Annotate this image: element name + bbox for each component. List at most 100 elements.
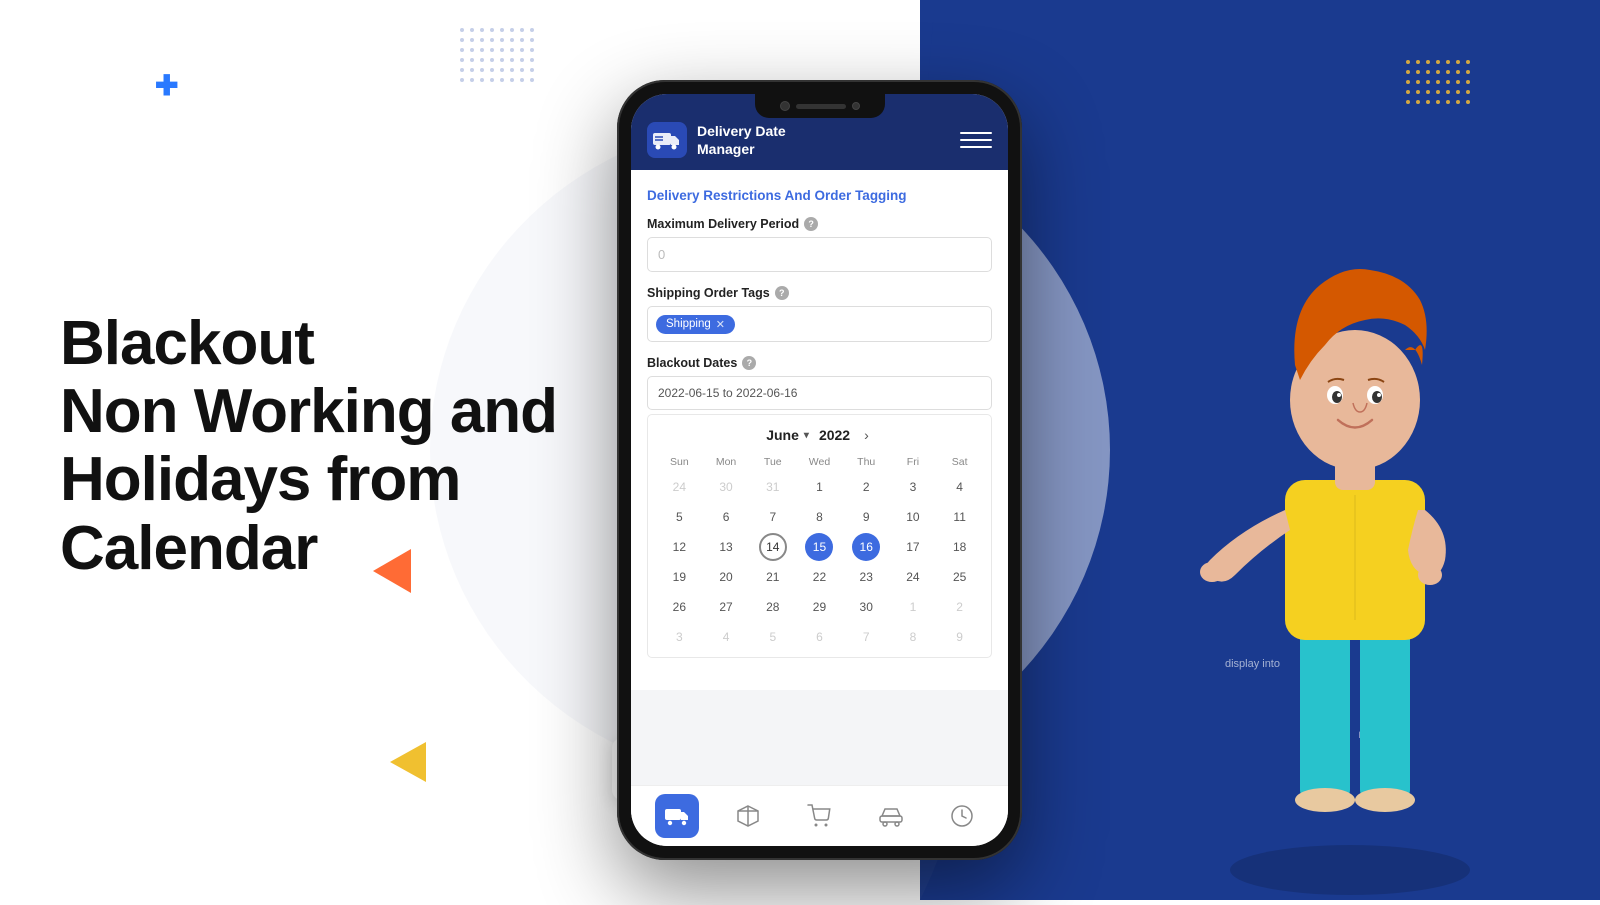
cal-cell[interactable]: 13 — [712, 533, 740, 561]
blackout-dates-label: Blackout Dates ? — [647, 356, 992, 370]
calendar-grid: 24 30 31 1 2 3 4 5 6 7 8 9 — [648, 473, 991, 651]
notch-camera-left — [780, 101, 790, 111]
cal-cell[interactable]: 5 — [665, 503, 693, 531]
day-mon: Mon — [703, 453, 750, 473]
day-tue: Tue — [749, 453, 796, 473]
phone-device: Delivery Date Manager Delivery Restricti… — [617, 80, 1022, 860]
nav-cart-icon[interactable] — [797, 794, 841, 838]
app-logo-area: Delivery Date Manager — [647, 122, 786, 158]
app-content: Delivery Restrictions And Order Tagging … — [631, 170, 1008, 690]
calendar-month-label: June — [766, 427, 799, 443]
hamburger-line-2 — [960, 139, 992, 141]
shipping-tags-label: Shipping Order Tags ? — [647, 286, 992, 300]
calendar-next-btn[interactable]: › — [860, 425, 873, 445]
max-delivery-period-group: Maximum Delivery Period ? 0 — [647, 217, 992, 272]
cal-cell[interactable]: 8 — [805, 503, 833, 531]
shipping-tags-group: Shipping Order Tags ? Shipping ✕ — [647, 286, 992, 342]
day-thu: Thu — [843, 453, 890, 473]
cal-cell[interactable]: 30 — [712, 473, 740, 501]
cal-cell[interactable]: 5 — [759, 623, 787, 651]
cal-cell[interactable]: 4 — [712, 623, 740, 651]
cal-cell[interactable]: 1 — [899, 593, 927, 621]
tag-shipping: Shipping ✕ — [656, 315, 735, 334]
headline-text: Blackout Non Working and Holidays from C… — [60, 310, 557, 583]
calendar-day-names: Sun Mon Tue Wed Thu Fri Sat — [648, 453, 991, 473]
calendar: June ▾ 2022 › Sun Mon Tue Wed T — [647, 414, 992, 658]
notch-speaker — [796, 104, 846, 109]
cal-cell[interactable]: 2 — [946, 593, 974, 621]
cal-cell[interactable]: 25 — [946, 563, 974, 591]
cal-cell-15-selected[interactable]: 15 — [805, 533, 833, 561]
cal-cell[interactable]: 24 — [899, 563, 927, 591]
phone-screen: Delivery Date Manager Delivery Restricti… — [631, 94, 1008, 846]
cal-cell[interactable]: 9 — [852, 503, 880, 531]
notch-camera-right — [852, 102, 860, 110]
cal-cell[interactable]: 30 — [852, 593, 880, 621]
cal-cell[interactable]: 18 — [946, 533, 974, 561]
cal-cell[interactable]: 6 — [805, 623, 833, 651]
cal-cell[interactable]: 31 — [759, 473, 787, 501]
max-delivery-help-icon[interactable]: ? — [804, 217, 818, 231]
tag-label: Shipping — [666, 318, 711, 330]
shipping-tags-help-icon[interactable]: ? — [775, 286, 789, 300]
cal-cell[interactable]: 23 — [852, 563, 880, 591]
phone-notch — [755, 94, 885, 118]
section-title: Delivery Restrictions And Order Tagging — [647, 188, 992, 203]
calendar-month-chevron: ▾ — [804, 430, 809, 441]
cal-cell[interactable]: 2 — [852, 473, 880, 501]
cal-cell[interactable]: 20 — [712, 563, 740, 591]
cal-cell[interactable]: 29 — [805, 593, 833, 621]
triangle-yellow-icon — [390, 742, 426, 782]
cal-cell[interactable]: 7 — [759, 503, 787, 531]
day-sun: Sun — [656, 453, 703, 473]
cal-cell[interactable]: 21 — [759, 563, 787, 591]
bottom-nav — [631, 785, 1008, 846]
hamburger-menu[interactable] — [960, 124, 992, 156]
cal-cell[interactable]: 17 — [899, 533, 927, 561]
tags-input-area[interactable]: Shipping ✕ — [647, 306, 992, 342]
max-delivery-label: Maximum Delivery Period ? — [647, 217, 992, 231]
cal-cell[interactable]: 27 — [712, 593, 740, 621]
cal-cell-14[interactable]: 14 — [759, 533, 787, 561]
person-illustration — [1170, 220, 1550, 900]
cal-cell[interactable]: 3 — [665, 623, 693, 651]
calendar-month-select[interactable]: June ▾ — [766, 427, 809, 443]
cal-cell[interactable]: 8 — [899, 623, 927, 651]
day-sat: Sat — [936, 453, 983, 473]
cal-cell[interactable]: 28 — [759, 593, 787, 621]
cal-cell[interactable]: 26 — [665, 593, 693, 621]
cal-cell[interactable]: 7 — [852, 623, 880, 651]
dots-decoration-top-center — [460, 28, 534, 82]
calendar-year-label: 2022 — [819, 427, 850, 443]
app-logo-icon — [647, 122, 687, 158]
nav-delivery-icon[interactable] — [655, 794, 699, 838]
cal-cell[interactable]: 24 — [665, 473, 693, 501]
cal-cell[interactable]: 12 — [665, 533, 693, 561]
cal-cell[interactable]: 9 — [946, 623, 974, 651]
nav-package-icon[interactable] — [726, 794, 770, 838]
hamburger-line-1 — [960, 132, 992, 134]
nav-car-icon[interactable] — [869, 794, 913, 838]
blackout-date-input[interactable]: 2022-06-15 to 2022-06-16 — [647, 376, 992, 410]
cal-cell-16-selected[interactable]: 16 — [852, 533, 880, 561]
headline-block: Blackout Non Working and Holidays from C… — [60, 310, 557, 583]
cal-cell[interactable]: 19 — [665, 563, 693, 591]
cal-cell[interactable]: 11 — [946, 503, 974, 531]
max-delivery-input[interactable]: 0 — [647, 237, 992, 272]
phone-shell: Delivery Date Manager Delivery Restricti… — [617, 80, 1022, 860]
hamburger-line-3 — [960, 146, 992, 148]
cal-cell[interactable]: 10 — [899, 503, 927, 531]
cal-cell[interactable]: 22 — [805, 563, 833, 591]
blackout-dates-help-icon[interactable]: ? — [742, 356, 756, 370]
nav-clock-icon[interactable] — [940, 794, 984, 838]
overlay-text-right: display into — [1225, 658, 1280, 670]
cal-cell[interactable]: 4 — [946, 473, 974, 501]
cal-cell[interactable]: 3 — [899, 473, 927, 501]
day-fri: Fri — [890, 453, 937, 473]
cal-cell[interactable]: 1 — [805, 473, 833, 501]
plus-icon-left: ✚ — [155, 72, 178, 100]
cal-cell[interactable]: 6 — [712, 503, 740, 531]
app-title: Delivery Date Manager — [697, 122, 786, 158]
day-wed: Wed — [796, 453, 843, 473]
tag-remove-button[interactable]: ✕ — [716, 318, 725, 331]
